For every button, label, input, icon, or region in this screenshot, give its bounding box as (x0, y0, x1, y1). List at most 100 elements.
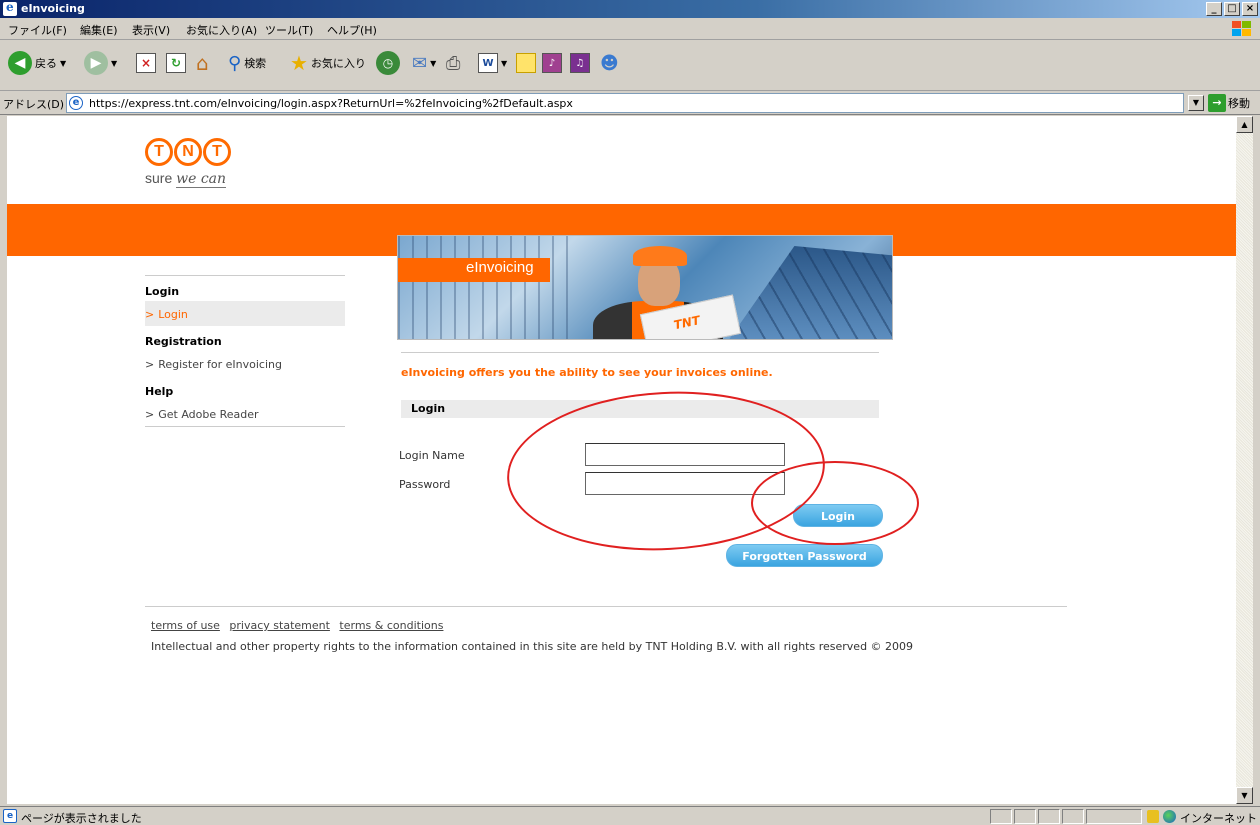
logo-letter: T (203, 138, 231, 166)
chevron-right-icon: > (145, 408, 155, 421)
nav-item-adobe-reader[interactable]: > Get Adobe Reader (145, 401, 345, 426)
status-pane (1086, 809, 1142, 824)
print-button[interactable]: ⎙ (446, 49, 460, 77)
close-button[interactable]: × (1242, 2, 1258, 16)
status-text: ページが表示されました (21, 812, 142, 825)
note-icon (516, 53, 536, 73)
home-button[interactable]: ⌂ (196, 49, 209, 77)
status-pane (1014, 809, 1036, 824)
chevron-down-icon: ▼ (111, 58, 118, 68)
mail-button[interactable]: ✉ ▼ (412, 49, 436, 77)
intro-text: eInvoicing offers you the ability to see… (401, 366, 773, 379)
people-button[interactable]: ☻ (600, 49, 619, 77)
internet-zone-icon (1163, 810, 1176, 823)
footer-links: terms of use privacy statement terms & c… (151, 619, 449, 632)
edit-button[interactable]: W ▼ (478, 49, 507, 77)
logo-tagline: sure we can (145, 170, 231, 188)
address-input[interactable]: e https://express.tnt.com/eInvoicing/log… (66, 93, 1184, 113)
menu-tools[interactable]: ツール(T) (265, 22, 313, 38)
tagline-prefix: sure (145, 170, 173, 186)
building-graphic (728, 246, 892, 339)
page-icon: e (69, 96, 83, 110)
menu-favorites[interactable]: お気に入り(A) (186, 22, 257, 38)
chevron-down-icon: ▼ (501, 58, 508, 68)
menu-edit[interactable]: 編集(E) (80, 22, 118, 38)
search-icon: ⚲ (228, 52, 242, 74)
terms-conditions-link[interactable]: terms & conditions (339, 619, 443, 632)
privacy-statement-link[interactable]: privacy statement (229, 619, 330, 632)
back-arrow-icon: ◀ (8, 51, 32, 75)
nav-heading-registration: Registration (145, 335, 222, 348)
einvoicing-banner: eInvoicing TNT (397, 235, 893, 340)
logo-letter: N (174, 138, 202, 166)
history-button[interactable]: ◷ (376, 49, 400, 77)
terms-of-use-link[interactable]: terms of use (151, 619, 220, 632)
menu-bar: ファイル(F) 編集(E) 表示(V) お気に入り(A) ツール(T) ヘルプ(… (0, 18, 1260, 40)
password-label: Password (399, 478, 451, 491)
menu-view[interactable]: 表示(V) (132, 22, 170, 38)
scroll-up-button[interactable]: ▲ (1236, 116, 1253, 133)
go-button[interactable]: → 移動 (1208, 94, 1250, 112)
mail-icon: ✉ (412, 52, 428, 74)
chevron-down-icon: ▼ (430, 58, 437, 68)
forward-arrow-icon: ▶ (84, 51, 108, 75)
address-dropdown-button[interactable]: ▼ (1188, 95, 1204, 111)
people-icon: ☻ (600, 52, 619, 74)
vertical-scrollbar[interactable]: ▲ ▼ (1236, 116, 1253, 804)
forward-button[interactable]: ▶ ▼ (84, 49, 117, 77)
chevron-right-icon: > (145, 358, 155, 371)
stop-icon: × (136, 53, 156, 73)
messenger-button[interactable]: ♪ (542, 49, 562, 77)
back-label: 戻る (35, 57, 57, 70)
search-button[interactable]: ⚲ 検索 (228, 49, 266, 77)
address-label: アドレス(D) (3, 98, 65, 111)
status-bar: e ページが表示されました インターネット (0, 806, 1260, 825)
chevron-down-icon: ▼ (60, 58, 67, 68)
stop-button[interactable]: × (136, 49, 156, 77)
status-pane (990, 809, 1012, 824)
content-divider (401, 352, 879, 353)
annotation-ellipse (751, 461, 919, 545)
footer-divider (145, 606, 1067, 607)
menu-help[interactable]: ヘルプ(H) (327, 22, 377, 38)
history-icon: ◷ (376, 51, 400, 75)
forgotten-password-button[interactable]: Forgotten Password (726, 544, 883, 567)
go-arrow-icon: → (1208, 94, 1226, 112)
security-zone-text: インターネット (1180, 812, 1257, 825)
nav-item-label: Login (158, 308, 188, 321)
tagline-emphasis: we can (176, 171, 227, 188)
parcel-text: TNT (672, 313, 702, 333)
login-name-label: Login Name (399, 449, 465, 462)
maximize-button[interactable]: □ (1224, 2, 1240, 16)
search-label: 検索 (244, 57, 267, 70)
status-pane (1062, 809, 1084, 824)
scroll-down-button[interactable]: ▼ (1236, 787, 1253, 804)
chevron-right-icon: > (145, 308, 155, 321)
nav-item-label: Get Adobe Reader (158, 408, 259, 421)
menu-file[interactable]: ファイル(F) (8, 22, 67, 38)
window-controls: _ □ × (1206, 2, 1258, 16)
messenger-icon: ♪ (542, 53, 562, 73)
nav-heading-help: Help (145, 385, 174, 398)
word-icon: W (478, 53, 498, 73)
tnt-logo[interactable]: T N T sure we can (145, 138, 231, 188)
back-button[interactable]: ◀ 戻る ▼ (8, 49, 66, 77)
address-bar: アドレス(D) e https://express.tnt.com/eInvoi… (0, 91, 1260, 115)
window-title: eInvoicing (21, 2, 85, 15)
building-graphic (398, 236, 578, 339)
nav-item-login[interactable]: > Login (145, 301, 345, 326)
nav-heading-login: Login (145, 285, 180, 298)
windows-logo-icon (1230, 20, 1252, 38)
favorites-button[interactable]: ★ お気に入り (290, 49, 366, 77)
page-content: T N T sure we can eInvoicing TNT Login >… (7, 116, 1236, 804)
nav-item-label: Register for eInvoicing (158, 358, 282, 371)
research-button[interactable]: ♫ (570, 49, 590, 77)
nav-divider (145, 426, 345, 427)
minimize-button[interactable]: _ (1206, 2, 1222, 16)
note-button[interactable] (516, 49, 536, 77)
research-icon: ♫ (570, 53, 590, 73)
nav-item-register[interactable]: > Register for eInvoicing (145, 351, 345, 376)
refresh-button[interactable]: ↻ (166, 49, 186, 77)
logo-letter: T (145, 138, 173, 166)
copyright-text: Intellectual and other property rights t… (151, 640, 914, 653)
